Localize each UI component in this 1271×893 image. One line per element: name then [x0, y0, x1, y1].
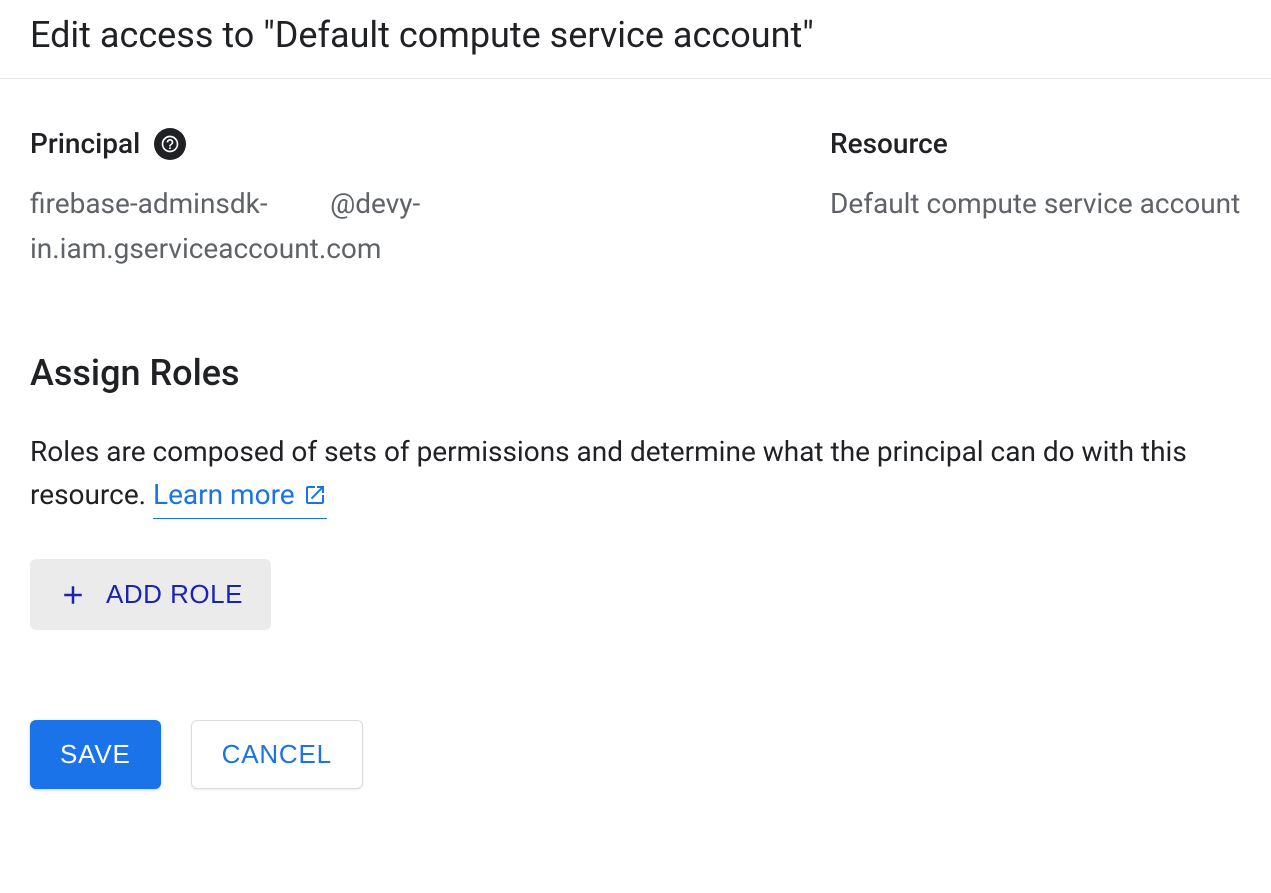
principal-value: firebase-adminsdk- @devy- in.iam.gservic…	[30, 182, 790, 272]
principal-section: Principal firebase-adminsdk- @devy- in.i…	[30, 127, 790, 272]
principal-label-row: Principal	[30, 127, 790, 160]
save-button[interactable]: SAVE	[30, 720, 161, 789]
info-row: Principal firebase-adminsdk- @devy- in.i…	[30, 127, 1241, 272]
resource-label-row: Resource	[830, 127, 1241, 160]
assign-roles-description: Roles are composed of sets of permission…	[30, 430, 1241, 520]
cancel-button[interactable]: CANCEL	[191, 720, 363, 789]
plus-icon	[58, 580, 88, 610]
add-role-button[interactable]: ADD ROLE	[30, 559, 271, 630]
external-link-icon	[303, 483, 327, 507]
learn-more-text: Learn more	[153, 473, 295, 516]
resource-value: Default compute service account	[830, 182, 1241, 227]
help-icon[interactable]	[154, 128, 186, 160]
dialog-header: Edit access to "Default compute service …	[0, 0, 1271, 79]
learn-more-link[interactable]: Learn more	[153, 473, 327, 519]
resource-section: Resource Default compute service account	[830, 127, 1241, 272]
dialog-title: Edit access to "Default compute service …	[30, 14, 1241, 56]
add-role-label: ADD ROLE	[106, 579, 243, 610]
resource-label: Resource	[830, 127, 948, 160]
dialog-content: Principal firebase-adminsdk- @devy- in.i…	[0, 79, 1271, 819]
action-row: SAVE CANCEL	[30, 720, 1241, 789]
assign-roles-title: Assign Roles	[30, 352, 1241, 394]
principal-label: Principal	[30, 127, 140, 160]
